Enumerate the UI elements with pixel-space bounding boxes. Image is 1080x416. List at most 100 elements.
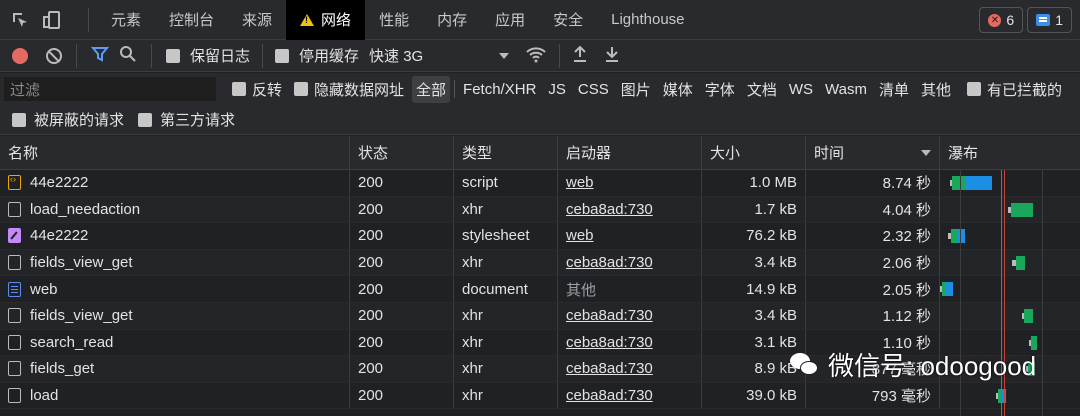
initiator-link[interactable]: ceba8ad:730 xyxy=(566,254,653,271)
disable-cache-label: 停用缓存 xyxy=(299,48,360,65)
type-filter-6[interactable]: 字体 xyxy=(701,76,739,103)
tab-8[interactable]: Lighthouse xyxy=(597,0,698,40)
type-filter-0[interactable]: 全部 xyxy=(412,75,451,103)
blocked-cookies-option[interactable]: 有已拦截的 xyxy=(966,79,1062,100)
sort-descending-icon xyxy=(921,150,931,156)
export-har-icon[interactable] xyxy=(604,45,620,66)
type-filter-7[interactable]: 文档 xyxy=(743,76,781,103)
search-icon[interactable] xyxy=(119,45,137,66)
column-header-waterfall[interactable]: 瀑布 xyxy=(940,136,1080,169)
import-har-icon[interactable] xyxy=(572,45,588,66)
type-filter-2[interactable]: JS xyxy=(544,78,570,101)
type-filter-9[interactable]: Wasm xyxy=(821,78,871,101)
type-filter-8[interactable]: WS xyxy=(785,78,817,101)
cell-initiator[interactable]: ceba8ad:730 xyxy=(558,356,702,382)
initiator-link[interactable]: ceba8ad:730 xyxy=(566,387,653,404)
cell-status: 200 xyxy=(350,276,454,302)
waterfall-waiting xyxy=(1016,255,1025,270)
type-filter-11[interactable]: 其他 xyxy=(917,76,955,103)
hide-data-urls-checkbox[interactable] xyxy=(294,82,309,96)
waterfall-waiting xyxy=(951,229,958,244)
tab-label: 网络 xyxy=(321,12,352,29)
tab-1[interactable]: 控制台 xyxy=(155,0,228,40)
type-filter-5[interactable]: 媒体 xyxy=(659,76,697,103)
type-filter-3[interactable]: CSS xyxy=(574,78,613,101)
type-filter-4[interactable]: 图片 xyxy=(617,76,655,103)
invert-option[interactable]: 反转 xyxy=(232,79,282,100)
third-party-label: 第三方请求 xyxy=(160,112,236,129)
table-row[interactable]: load 200 xhr ceba8ad:730 39.0 kB 793 毫秒 xyxy=(0,382,1080,410)
cell-name: web xyxy=(0,276,350,302)
cell-type: script xyxy=(454,170,558,196)
initiator-link[interactable]: web xyxy=(566,174,594,191)
cell-name: fields_view_get xyxy=(0,302,350,329)
wechat-icon xyxy=(790,352,818,377)
table-row[interactable]: load_needaction 200 xhr ceba8ad:730 1.7 kB 4.… xyxy=(0,196,1080,224)
record-icon[interactable] xyxy=(12,47,28,64)
tab-2[interactable]: 来源 xyxy=(228,0,286,40)
cell-initiator[interactable]: web xyxy=(558,170,702,196)
cell-size: 3.4 kB xyxy=(702,302,806,329)
waterfall-waiting xyxy=(1011,202,1033,217)
cell-type: xhr xyxy=(454,356,558,382)
table-row[interactable]: web 200 document 其他 14.9 kB 2.05 秒 xyxy=(0,276,1080,303)
tab-4[interactable]: 性能 xyxy=(365,0,423,40)
initiator-link[interactable]: ceba8ad:730 xyxy=(566,307,653,324)
initiator-link[interactable]: ceba8ad:730 xyxy=(566,201,653,218)
blocked-requests-checkbox[interactable] xyxy=(12,112,26,127)
tab-6[interactable]: 应用 xyxy=(481,0,539,40)
filter-icon[interactable] xyxy=(90,45,110,66)
clear-icon[interactable] xyxy=(46,47,62,64)
table-row[interactable]: fields_view_get 200 xhr ceba8ad:730 3.4 kB 2.… xyxy=(0,249,1080,277)
initiator-link[interactable]: ceba8ad:730 xyxy=(566,360,653,377)
cell-initiator[interactable]: ceba8ad:730 xyxy=(558,302,702,329)
table-row[interactable]: fields_view_get 200 xhr ceba8ad:730 3.4 kB 1.… xyxy=(0,302,1080,330)
cell-initiator[interactable]: ceba8ad:730 xyxy=(558,329,702,356)
request-name: fields_get xyxy=(30,360,95,378)
column-header-initiator[interactable]: 启动器 xyxy=(558,136,702,169)
request-name: fields_view_get xyxy=(30,307,133,325)
error-count-badge[interactable]: ✕ 6 xyxy=(979,7,1024,33)
tab-3[interactable]: 网络 xyxy=(286,0,366,40)
network-conditions-icon[interactable] xyxy=(525,45,547,66)
column-header-status[interactable]: 状态 xyxy=(350,136,454,169)
tab-7[interactable]: 安全 xyxy=(539,0,597,40)
preserve-log-checkbox[interactable] xyxy=(166,48,180,63)
cell-initiator[interactable]: ceba8ad:730 xyxy=(558,382,702,409)
waterfall-download xyxy=(945,282,953,297)
resource-type-filters: 全部 Fetch/XHR JS CSS 图片 媒体 字体 文档 WS Wasm 清单 其他 xyxy=(412,75,959,103)
throttling-select[interactable]: 快速 3G xyxy=(369,45,510,66)
cell-size: 1.0 MB xyxy=(702,170,806,196)
hide-data-urls-option[interactable]: 隐藏数据网址 xyxy=(294,79,404,100)
type-filter-10[interactable]: 清单 xyxy=(875,76,913,103)
inspect-element-icon[interactable] xyxy=(10,10,30,30)
cell-type: xhr xyxy=(454,329,558,356)
column-header-name[interactable]: 名称 xyxy=(0,136,350,169)
error-icon: ✕ xyxy=(988,13,1002,27)
initiator-link[interactable]: ceba8ad:730 xyxy=(566,334,653,351)
column-header-time-label: 时间 xyxy=(814,145,845,162)
chevron-down-icon xyxy=(499,52,510,59)
tool-icons xyxy=(0,10,80,30)
tab-5[interactable]: 内存 xyxy=(423,0,481,40)
tab-0[interactable]: 元素 xyxy=(97,0,155,40)
column-header-size[interactable]: 大小 xyxy=(702,136,806,169)
initiator-link[interactable]: web xyxy=(566,227,594,244)
cell-initiator[interactable]: ceba8ad:730 xyxy=(558,196,702,223)
column-header-type[interactable]: 类型 xyxy=(454,136,558,169)
third-party-checkbox[interactable] xyxy=(138,112,153,127)
disable-cache-checkbox[interactable] xyxy=(275,48,290,63)
cell-initiator[interactable]: web xyxy=(558,223,702,249)
waterfall-waiting xyxy=(1024,308,1033,323)
cell-initiator[interactable]: ceba8ad:730 xyxy=(558,249,702,276)
table-row[interactable]: 44e2222 200script web 1.0 MB8.74 秒 xyxy=(0,170,1080,197)
blocked-cookies-checkbox[interactable] xyxy=(966,82,981,96)
type-filter-1[interactable]: Fetch/XHR xyxy=(459,78,540,101)
waterfall-waiting xyxy=(952,176,966,190)
message-count-badge[interactable]: 1 xyxy=(1027,7,1072,33)
filter-input[interactable]: 过滤 xyxy=(4,77,216,101)
device-toggle-icon[interactable] xyxy=(42,10,62,30)
invert-checkbox[interactable] xyxy=(232,82,246,96)
table-row[interactable]: 44e2222 200 stylesheet web 76.2 kB 2.32 秒 xyxy=(0,223,1080,250)
column-header-time[interactable]: 时间 xyxy=(806,136,940,169)
